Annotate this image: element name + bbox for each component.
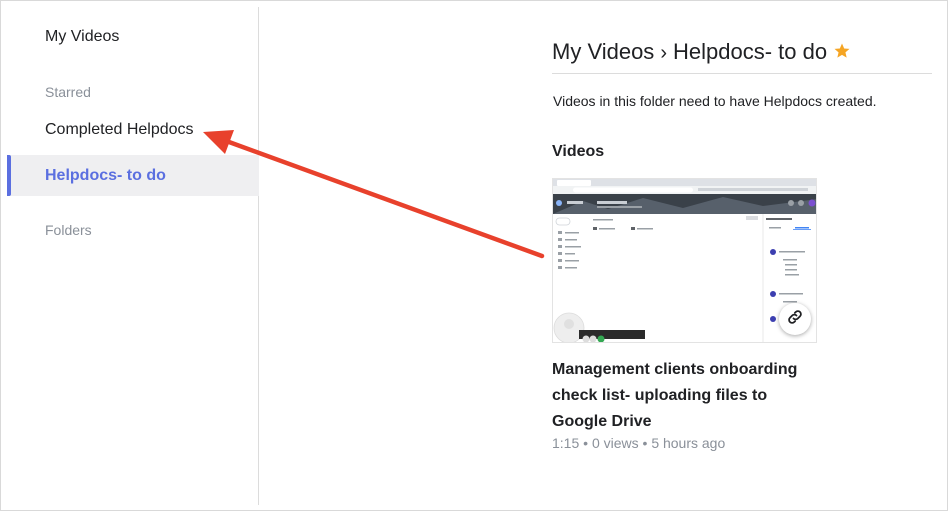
video-duration: 1:15 [552,435,580,451]
breadcrumb: My Videos › Helpdocs- to do [552,39,932,74]
video-views: 0 views [591,435,639,451]
video-meta: 1:15 • 0 views • 5 hours ago [552,435,725,451]
sidebar-item-completed-helpdocs[interactable]: Completed Helpdocs [7,121,259,139]
sidebar-item-label: Helpdocs- to do [45,167,166,184]
video-thumbnail[interactable] [552,178,817,343]
app-window: My Videos Starred Completed Helpdocs Hel… [0,0,948,511]
meta-separator: • [642,435,648,451]
page-title: Helpdocs- to do [672,39,828,64]
breadcrumb-root-link[interactable]: My Videos [552,39,654,64]
video-title-link[interactable]: Management clients onboarding check list… [552,357,822,435]
active-indicator [7,155,11,196]
sidebar-heading-starred: Starred [45,84,91,100]
sidebar-item-my-videos[interactable]: My Videos [7,28,259,46]
link-icon [786,308,804,331]
copy-link-button[interactable] [779,303,811,335]
sidebar-item-helpdocs-to-do[interactable]: Helpdocs- to do [7,155,259,196]
thumbnail-screenshot-graphic [553,179,816,342]
folder-description: Videos in this folder need to have Helpd… [553,93,877,109]
sidebar-heading-folders: Folders [45,222,92,238]
videos-section-title: Videos [552,143,605,160]
meta-separator: • [583,435,589,451]
sidebar: My Videos Starred Completed Helpdocs Hel… [7,7,259,505]
video-age: 5 hours ago [651,435,726,451]
star-icon[interactable] [833,40,851,66]
chevron-right-icon: › [660,42,667,64]
